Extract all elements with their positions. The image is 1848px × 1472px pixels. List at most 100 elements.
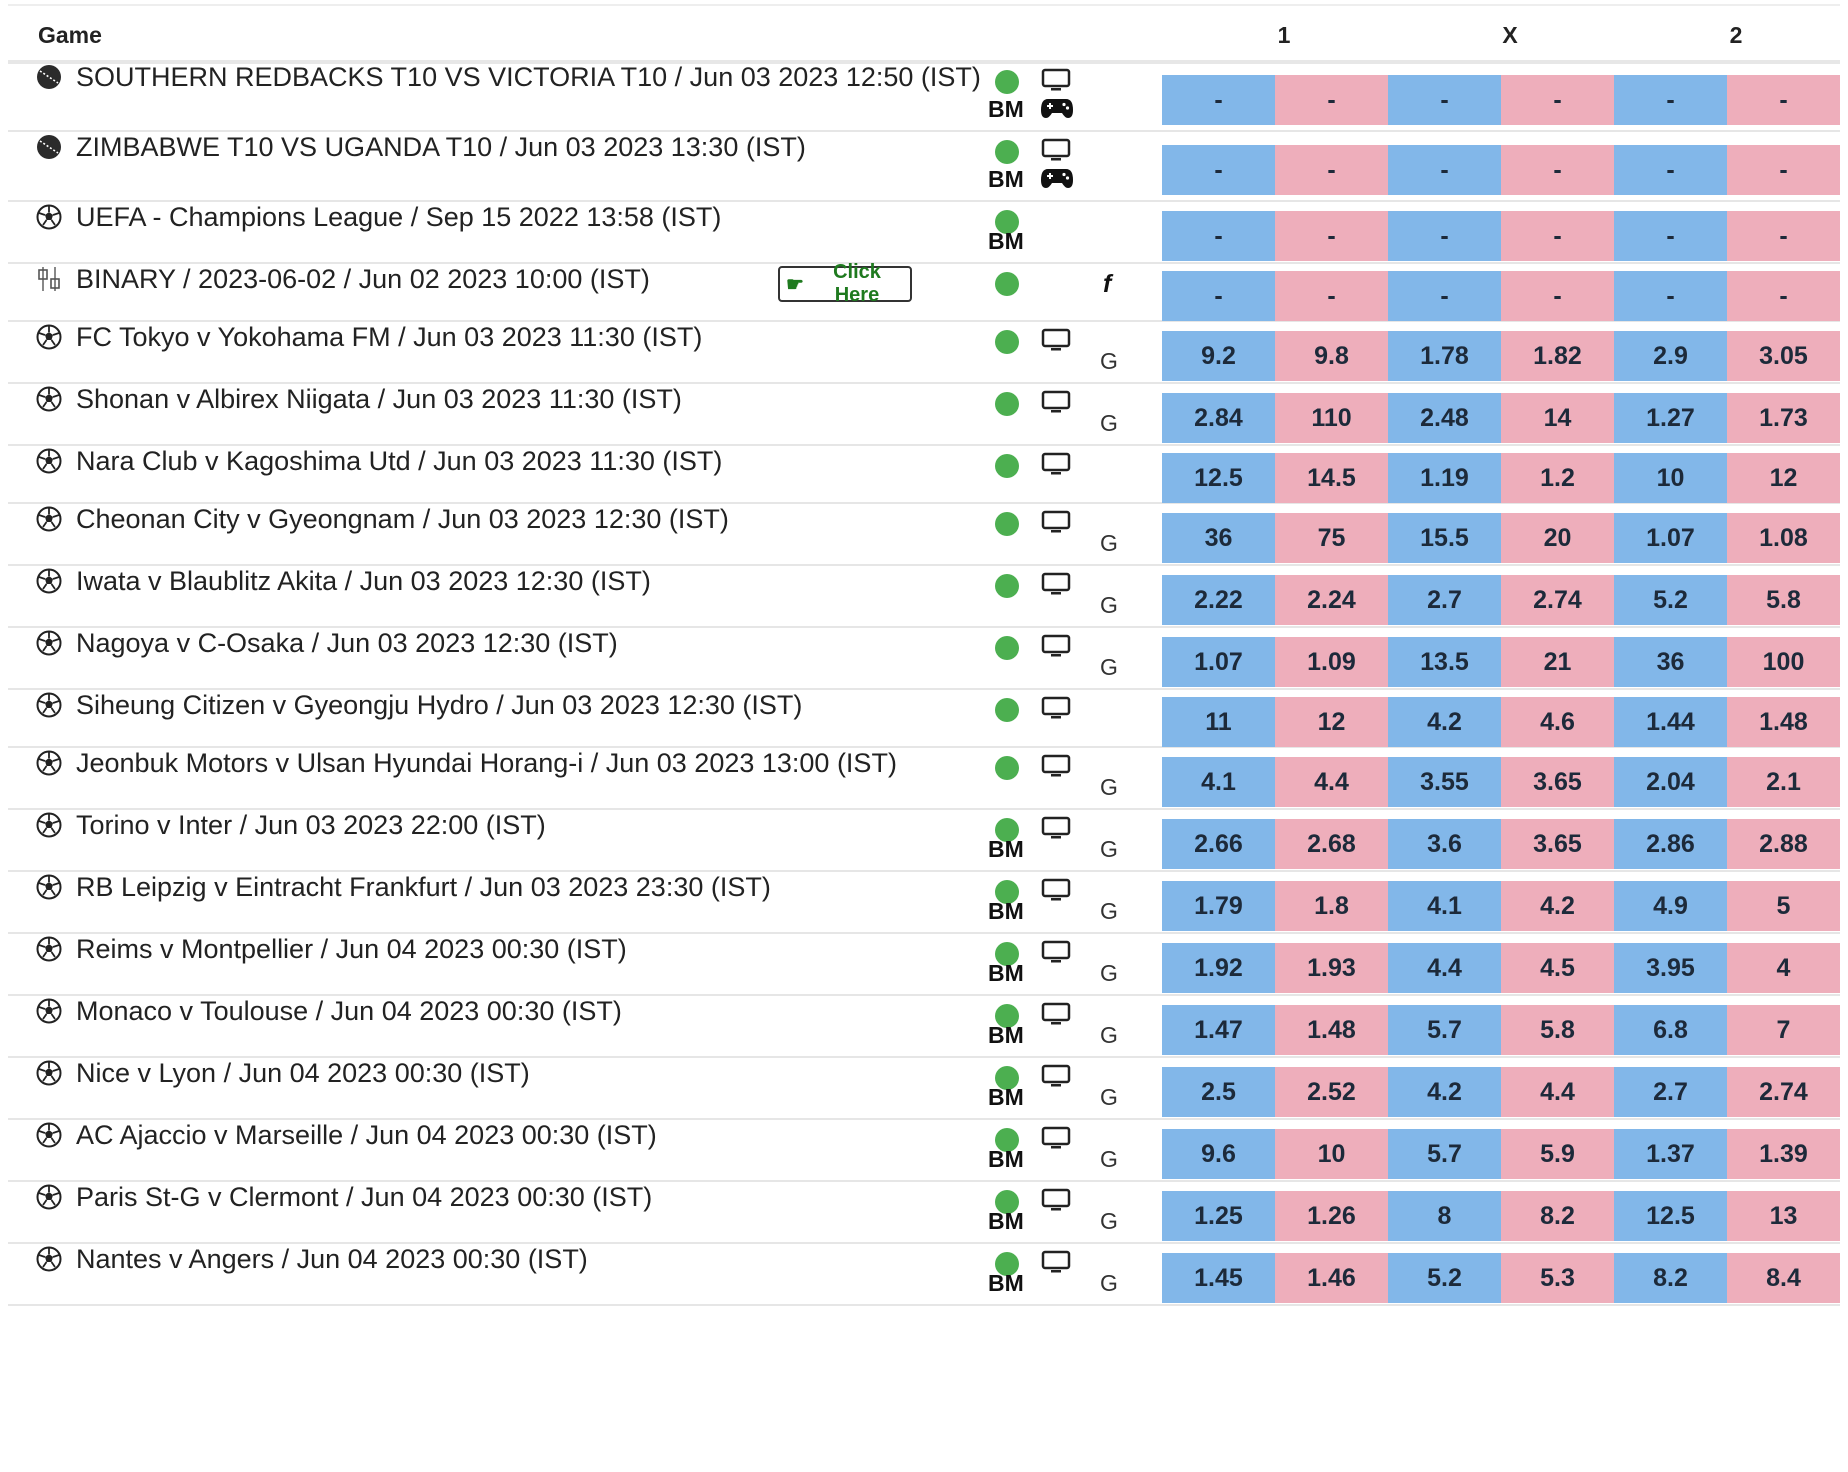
lay-odds-cell[interactable]: 2.74 [1501, 575, 1614, 625]
game-title-link[interactable]: SOUTHERN REDBACKS T10 VS VICTORIA T10 / … [76, 62, 981, 93]
table-row[interactable]: Nara Club v Kagoshima Utd / Jun 03 2023 … [8, 446, 1840, 504]
back-odds-cell[interactable]: 8.2 [1614, 1253, 1727, 1303]
lay-odds-cell[interactable]: 5.3 [1501, 1253, 1614, 1303]
back-odds-cell[interactable]: 11 [1162, 697, 1275, 747]
back-odds-cell[interactable]: 1.78 [1388, 331, 1501, 381]
back-odds-cell[interactable]: - [1388, 145, 1501, 195]
lay-odds-cell[interactable]: 100 [1727, 637, 1840, 687]
back-odds-cell[interactable]: 10 [1614, 453, 1727, 503]
back-odds-cell[interactable]: 6.8 [1614, 1005, 1727, 1055]
tv-icon[interactable] [1041, 510, 1071, 534]
back-odds-cell[interactable]: 2.04 [1614, 757, 1727, 807]
lay-odds-cell[interactable]: 1.8 [1275, 881, 1388, 931]
game-title-link[interactable]: Nantes v Angers / Jun 04 2023 00:30 (IST… [76, 1244, 588, 1275]
lay-odds-cell[interactable]: 4.5 [1501, 943, 1614, 993]
tv-icon[interactable] [1041, 572, 1071, 596]
back-odds-cell[interactable]: - [1388, 271, 1501, 321]
back-odds-cell[interactable]: - [1162, 271, 1275, 321]
back-odds-cell[interactable]: 2.7 [1388, 575, 1501, 625]
table-row[interactable]: Monaco v Toulouse / Jun 04 2023 00:30 (I… [8, 996, 1840, 1058]
back-odds-cell[interactable]: 2.7 [1614, 1067, 1727, 1117]
back-odds-cell[interactable]: 5.7 [1388, 1129, 1501, 1179]
table-row[interactable]: Nice v Lyon / Jun 04 2023 00:30 (IST) BM G… [8, 1058, 1840, 1120]
back-odds-cell[interactable]: 2.22 [1162, 575, 1275, 625]
game-title-link[interactable]: Paris St-G v Clermont / Jun 04 2023 00:3… [76, 1182, 652, 1213]
table-row[interactable]: Iwata v Blaublitz Akita / Jun 03 2023 12… [8, 566, 1840, 628]
back-odds-cell[interactable]: 4.2 [1388, 1067, 1501, 1117]
lay-odds-cell[interactable]: 14.5 [1275, 453, 1388, 503]
back-odds-cell[interactable]: - [1162, 145, 1275, 195]
lay-odds-cell[interactable]: 4 [1727, 943, 1840, 993]
back-odds-cell[interactable]: 1.44 [1614, 697, 1727, 747]
game-title-link[interactable]: Nice v Lyon / Jun 04 2023 00:30 (IST) [76, 1058, 530, 1089]
lay-odds-cell[interactable]: 4.4 [1275, 757, 1388, 807]
lay-odds-cell[interactable]: 1.39 [1727, 1129, 1840, 1179]
back-odds-cell[interactable]: - [1388, 211, 1501, 261]
back-odds-cell[interactable]: 5.2 [1388, 1253, 1501, 1303]
back-odds-cell[interactable]: 12.5 [1614, 1191, 1727, 1241]
back-odds-cell[interactable]: 1.27 [1614, 393, 1727, 443]
tv-icon[interactable] [1041, 754, 1071, 778]
back-odds-cell[interactable]: 1.47 [1162, 1005, 1275, 1055]
tv-icon[interactable] [1041, 1250, 1071, 1274]
back-odds-cell[interactable]: 3.6 [1388, 819, 1501, 869]
table-row[interactable]: Siheung Citizen v Gyeongju Hydro / Jun 0… [8, 690, 1840, 748]
lay-odds-cell[interactable]: 5.8 [1501, 1005, 1614, 1055]
table-row[interactable]: UEFA - Champions League / Sep 15 2022 13… [8, 202, 1840, 264]
back-odds-cell[interactable]: 1.19 [1388, 453, 1501, 503]
back-odds-cell[interactable]: - [1614, 271, 1727, 321]
lay-odds-cell[interactable]: 1.73 [1727, 393, 1840, 443]
table-row[interactable]: Torino v Inter / Jun 03 2023 22:00 (IST)… [8, 810, 1840, 872]
lay-odds-cell[interactable]: - [1727, 145, 1840, 195]
table-row[interactable]: Nagoya v C-Osaka / Jun 03 2023 12:30 (IS… [8, 628, 1840, 690]
tv-icon[interactable] [1041, 1188, 1071, 1212]
back-odds-cell[interactable]: 3.55 [1388, 757, 1501, 807]
lay-odds-cell[interactable]: 10 [1275, 1129, 1388, 1179]
lay-odds-cell[interactable]: - [1501, 75, 1614, 125]
table-row[interactable]: ZIMBABWE T10 VS UGANDA T10 / Jun 03 2023… [8, 132, 1840, 202]
tv-icon[interactable] [1041, 940, 1071, 964]
lay-odds-cell[interactable]: 4.6 [1501, 697, 1614, 747]
lay-odds-cell[interactable]: 9.8 [1275, 331, 1388, 381]
table-row[interactable]: Reims v Montpellier / Jun 04 2023 00:30 … [8, 934, 1840, 996]
back-odds-cell[interactable]: - [1162, 75, 1275, 125]
back-odds-cell[interactable]: 4.4 [1388, 943, 1501, 993]
tv-icon[interactable] [1041, 1126, 1071, 1150]
lay-odds-cell[interactable]: 14 [1501, 393, 1614, 443]
back-odds-cell[interactable]: 13.5 [1388, 637, 1501, 687]
back-odds-cell[interactable]: 36 [1162, 513, 1275, 563]
table-row[interactable]: Nantes v Angers / Jun 04 2023 00:30 (IST… [8, 1244, 1840, 1306]
back-odds-cell[interactable]: 2.9 [1614, 331, 1727, 381]
back-odds-cell[interactable]: 15.5 [1388, 513, 1501, 563]
game-title-link[interactable]: Torino v Inter / Jun 03 2023 22:00 (IST) [76, 810, 546, 841]
back-odds-cell[interactable]: 1.92 [1162, 943, 1275, 993]
tv-icon[interactable] [1041, 390, 1071, 414]
lay-odds-cell[interactable]: 2.52 [1275, 1067, 1388, 1117]
back-odds-cell[interactable]: 5.2 [1614, 575, 1727, 625]
lay-odds-cell[interactable]: 2.88 [1727, 819, 1840, 869]
lay-odds-cell[interactable]: 4.2 [1501, 881, 1614, 931]
lay-odds-cell[interactable]: 2.68 [1275, 819, 1388, 869]
back-odds-cell[interactable]: 1.45 [1162, 1253, 1275, 1303]
back-odds-cell[interactable]: 1.79 [1162, 881, 1275, 931]
lay-odds-cell[interactable]: 8.2 [1501, 1191, 1614, 1241]
back-odds-cell[interactable]: 12.5 [1162, 453, 1275, 503]
back-odds-cell[interactable]: 5.7 [1388, 1005, 1501, 1055]
lay-odds-cell[interactable]: - [1275, 271, 1388, 321]
back-odds-cell[interactable]: 8 [1388, 1191, 1501, 1241]
table-row[interactable]: Shonan v Albirex Niigata / Jun 03 2023 1… [8, 384, 1840, 446]
game-title-link[interactable]: RB Leipzig v Eintracht Frankfurt / Jun 0… [76, 872, 771, 903]
table-row[interactable]: AC Ajaccio v Marseille / Jun 04 2023 00:… [8, 1120, 1840, 1182]
lay-odds-cell[interactable]: 1.48 [1727, 697, 1840, 747]
game-title-link[interactable]: Reims v Montpellier / Jun 04 2023 00:30 … [76, 934, 627, 965]
back-odds-cell[interactable]: 4.1 [1388, 881, 1501, 931]
tv-icon[interactable] [1041, 878, 1071, 902]
lay-odds-cell[interactable]: 2.1 [1727, 757, 1840, 807]
tv-icon[interactable] [1041, 68, 1071, 92]
back-odds-cell[interactable]: 1.07 [1614, 513, 1727, 563]
lay-odds-cell[interactable]: 2.74 [1727, 1067, 1840, 1117]
game-title-link[interactable]: Nara Club v Kagoshima Utd / Jun 03 2023 … [76, 446, 722, 477]
table-row[interactable]: BINARY / 2023-06-02 / Jun 02 2023 10:00 … [8, 261, 1840, 322]
game-title-link[interactable]: Nagoya v C-Osaka / Jun 03 2023 12:30 (IS… [76, 628, 618, 659]
game-title-link[interactable]: Siheung Citizen v Gyeongju Hydro / Jun 0… [76, 690, 802, 721]
